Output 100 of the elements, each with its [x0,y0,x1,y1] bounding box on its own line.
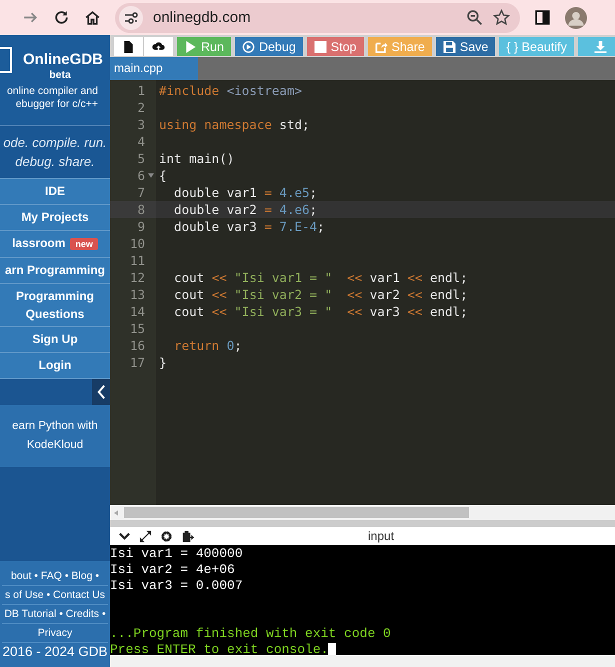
code-text: ; [317,219,325,234]
fold-icon[interactable] [148,173,154,178]
subtitle-text: online compiler and [6,85,99,98]
operator-token: = [264,202,272,217]
number-token: 0 [226,338,234,353]
line-number: 17 [130,354,145,371]
file-tab[interactable]: main.cpp [110,57,198,80]
site-settings-icon[interactable] [119,6,143,30]
sidebar-item[interactable]: Programming Questions [0,283,110,326]
operator-token: << [212,304,227,319]
sidebar-item[interactable]: Login [0,352,110,378]
operator-token: << [212,270,227,285]
operator-token: << [407,287,422,302]
code-text: cout [173,270,206,285]
save-button[interactable]: Save [436,37,496,56]
number-token: 4.e6 [278,202,310,217]
line-number: 14 [130,303,145,320]
code-text: double var3 [173,219,258,234]
scrollbar-thumb[interactable] [124,507,469,518]
settings-icon[interactable] [160,530,173,542]
debug-button[interactable]: Debug [234,37,303,56]
line-number: 7 [137,184,145,201]
code-text: int main() [159,151,234,166]
play-button[interactable]: Run [177,37,231,56]
code-text: double var2 [173,202,258,217]
collapse-button[interactable] [92,379,110,405]
operator-token: << [346,304,362,319]
line-number: 1 [137,82,145,99]
footer-links[interactable]: bout • FAQ • Blog • [2,567,108,586]
side-panel-icon[interactable] [534,9,551,26]
code-text: { [159,168,167,183]
promo-link[interactable]: earn Python with [12,418,98,435]
output-line: Isi var2 = 4e+06 [110,562,235,578]
code-text: var2 [368,287,401,302]
beta-label: beta [48,69,72,81]
operator-token: << [346,270,362,285]
line-number: 10 [130,235,145,252]
expand-icon[interactable] [139,530,152,542]
line-number: 5 [137,150,145,167]
stop-button[interactable]: Stop [306,37,364,56]
keyword-token: return [173,338,220,353]
code-text: var1 [368,270,401,285]
upload-button[interactable] [144,37,173,56]
footer-links[interactable]: DB Tutorial • Credits • [2,605,108,624]
number-token: 4.e5 [278,185,310,200]
operator-token: = [264,185,272,200]
sidebar-item[interactable]: Sign Up [0,326,110,352]
line-number: 12 [130,269,145,286]
tagline-text: ode. compile. run. [3,134,107,152]
line-number: 3 [137,116,145,133]
chevron-left-icon [96,383,106,401]
subtitle-text: ebugger for c/c++ [14,98,99,111]
header-token: <iostream> [226,83,302,98]
sidebar-item[interactable]: lassroom new [0,230,110,257]
sidebar-item[interactable]: IDE [0,178,110,204]
code-text: } [159,355,167,370]
promo-link[interactable]: KodeKloud [26,437,84,454]
operator-token: << [212,287,227,302]
play-icon [184,40,197,52]
star-icon[interactable] [493,9,510,26]
output-line: Isi var3 = 0.0007 [110,578,243,594]
operator-token: << [407,270,422,285]
address-field[interactable]: onlinegdb.com [115,2,520,32]
footer-links[interactable]: s of Use • Contact Us [2,586,108,605]
console-title: input [368,529,394,543]
code-text: std; [278,117,310,132]
reload-icon[interactable] [53,9,70,26]
string-token: "Isi var1 = " [233,270,332,285]
footer-links[interactable]: 2016 - 2024 GDB [2,643,108,661]
clipboard-icon[interactable] [181,530,194,542]
code-text: endl; [428,304,468,319]
play-circle-icon [242,40,255,52]
code-text: ; [310,202,318,217]
preprocessor-token: #include [159,83,220,98]
avatar-icon[interactable] [565,6,587,28]
string-token: "Isi var2 = " [233,287,332,302]
tagline-text: debug. share. [15,153,95,171]
code-text: cout [173,304,206,319]
line-number: 15 [130,320,145,337]
operator-token: << [346,287,362,302]
line-number: 4 [137,133,145,150]
home-icon[interactable] [84,9,101,26]
keyword-token: using namespace [159,117,272,132]
brand-title[interactable]: OnlineGDB [0,51,110,68]
url-text: onlinegdb.com [153,9,252,26]
new-button[interactable] [114,37,144,56]
zoom-icon[interactable] [466,9,483,26]
file-icon [122,40,135,52]
line-number: 16 [130,337,145,354]
download-icon [594,40,607,52]
output-line: Isi var1 = 400000 [110,546,243,562]
line-number: 13 [130,286,145,303]
sidebar-item[interactable]: arn Programming [0,257,110,283]
code-text: cout [173,287,206,302]
horizontal-scrollbar[interactable] [110,505,615,520]
stop-icon [314,40,327,52]
status-message: ...Program finished with exit code 0 [110,626,391,642]
footer-links[interactable]: Privacy [2,624,108,643]
sidebar-item[interactable]: My Projects [0,204,110,230]
string-token: "Isi var3 = " [233,304,332,319]
